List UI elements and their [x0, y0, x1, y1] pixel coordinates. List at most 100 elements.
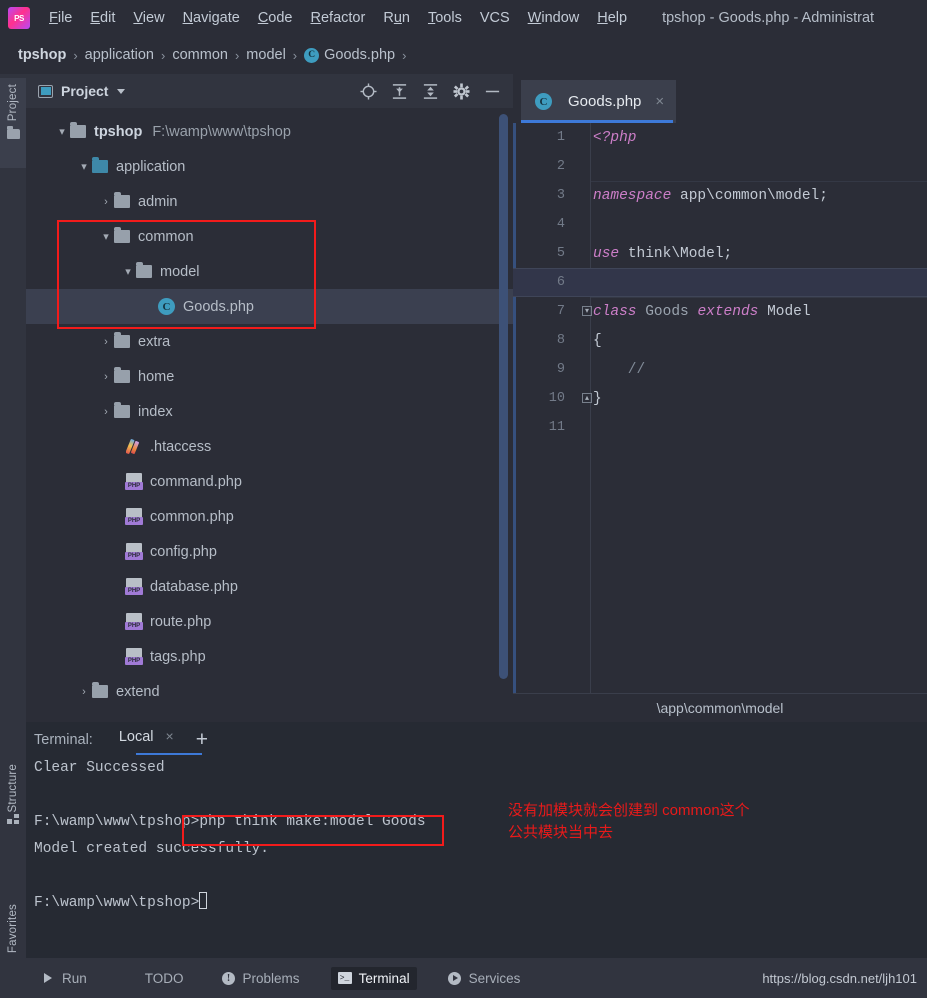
code-token: { [593, 332, 602, 349]
line-number: 11 [548, 420, 565, 435]
chevron-right-icon[interactable]: › [98, 196, 114, 208]
tree-node-admin[interactable]: › admin [26, 184, 513, 219]
code-area[interactable]: 1 <?php 2 3 namespace app\common\model; … [513, 123, 927, 693]
chevron-down-icon[interactable] [117, 88, 126, 94]
code-line: 8 { [513, 326, 927, 355]
folder-icon [114, 366, 130, 383]
tool-window-button-project[interactable]: Project [0, 78, 26, 168]
tree-node-label: config.php [150, 543, 217, 560]
tree-node-tags-php[interactable]: tags.php [26, 639, 513, 674]
tool-window-button-structure[interactable]: Structure [0, 764, 26, 831]
add-terminal-button[interactable]: + [196, 729, 208, 750]
project-tool-window: Project ▾ tpshop F:\wamp\www\tpshop ▾ ap… [26, 74, 513, 722]
tree-node-application[interactable]: ▾ application [26, 149, 513, 184]
menu-item-view[interactable]: View [124, 8, 173, 28]
menu-item-run[interactable]: Run [374, 8, 419, 28]
breadcrumb-item-goods-php[interactable]: Goods.php [324, 47, 395, 63]
menu-item-tools[interactable]: Tools [419, 8, 471, 28]
locate-file-icon[interactable] [360, 82, 377, 100]
tree-node-label: route.php [150, 613, 212, 630]
line-number: 9 [556, 362, 565, 377]
code-token: Goods [645, 303, 698, 320]
tree-node-label: .htaccess [150, 438, 212, 455]
tree-node-tpshop[interactable]: ▾ tpshop F:\wamp\www\tpshop [26, 114, 513, 149]
project-tree-scrollbar[interactable] [499, 114, 508, 679]
menu-item-window[interactable]: Window [519, 8, 589, 28]
close-icon[interactable]: × [166, 728, 174, 744]
tree-node-common-php[interactable]: common.php [26, 499, 513, 534]
project-panel-header: Project [26, 74, 513, 108]
tree-node-label: tags.php [150, 648, 206, 665]
chevron-down-icon[interactable]: ▾ [120, 265, 136, 278]
tree-node-goods-php[interactable]: C Goods.php [26, 289, 513, 324]
hide-panel-icon[interactable] [484, 83, 501, 100]
breadcrumb-item-tpshop[interactable]: tpshop [18, 47, 66, 63]
terminal-icon: >_ [337, 971, 352, 985]
fold-toggle-icon[interactable]: ▾ [582, 306, 592, 316]
code-line: 3 namespace app\common\model; [513, 181, 927, 210]
project-view-icon [38, 84, 53, 98]
tree-node-extra[interactable]: › extra [26, 324, 513, 359]
breadcrumb-item-model[interactable]: model [246, 47, 286, 63]
gear-icon[interactable] [453, 82, 470, 100]
folder-icon [6, 126, 20, 140]
bottom-tab-terminal[interactable]: >_ Terminal [330, 966, 417, 990]
editor-status-path: \app\common\model [513, 693, 927, 722]
breadcrumb-item-application[interactable]: application [85, 47, 154, 63]
tree-node-config-php[interactable]: config.php [26, 534, 513, 569]
terminal-output[interactable]: Clear Successed F:\wamp\www\tpshop>php t… [34, 755, 927, 958]
breadcrumb-separator: › [402, 47, 407, 63]
bottom-tab-label: TODO [144, 970, 184, 986]
expand-all-icon[interactable] [391, 83, 408, 100]
php-file-icon [125, 508, 143, 525]
code-line: 7 ▾ class Goods extends Model [513, 297, 927, 326]
chevron-down-icon[interactable]: ▾ [54, 125, 70, 138]
chevron-right-icon[interactable]: › [76, 686, 92, 698]
bottom-tab-run[interactable]: Run [34, 967, 94, 990]
play-icon [41, 971, 55, 985]
terminal-tab-local[interactable]: Local × [115, 728, 178, 752]
menu-item-vcs[interactable]: VCS [471, 8, 519, 28]
tree-node-database-php[interactable]: database.php [26, 569, 513, 604]
tree-node-model[interactable]: ▾ model [26, 254, 513, 289]
tree-node-route-php[interactable]: route.php [26, 604, 513, 639]
terminal-tool-window: Terminal: Local × + Clear Successed F:\w… [26, 722, 927, 958]
breadcrumb-item-common[interactable]: common [172, 47, 228, 63]
tree-node-path: F:\wamp\www\tpshop [152, 123, 291, 140]
fold-toggle-end-icon[interactable]: ▴ [582, 393, 592, 403]
line-number: 8 [556, 333, 565, 348]
chevron-down-icon[interactable]: ▾ [98, 230, 114, 243]
code-token: think\Model; [627, 245, 733, 262]
tree-node-common[interactable]: ▾ common [26, 219, 513, 254]
menu-item-navigate[interactable]: Navigate [174, 8, 249, 28]
bottom-tab-problems[interactable]: ! Problems [215, 967, 307, 990]
tree-node-command-php[interactable]: command.php [26, 464, 513, 499]
menu-item-help[interactable]: Help [588, 8, 636, 28]
editor-tab-goods-php[interactable]: C Goods.php × [521, 80, 677, 123]
line-number: 7 [556, 304, 565, 319]
services-icon [448, 971, 462, 985]
tree-node-htaccess[interactable]: .htaccess [26, 429, 513, 464]
menu-item-code[interactable]: Code [249, 8, 302, 28]
tree-node-index[interactable]: › index [26, 394, 513, 429]
chevron-right-icon[interactable]: › [98, 336, 114, 348]
code-line: 5 use think\Model; [513, 239, 927, 268]
menu-item-refactor[interactable]: Refactor [302, 8, 375, 28]
chevron-right-icon[interactable]: › [98, 371, 114, 383]
close-icon[interactable]: × [655, 93, 664, 110]
annotation-text: 没有加模块就会创建到 common这个 公共模块当中去 [508, 802, 750, 841]
bottom-tab-services[interactable]: Services [441, 967, 528, 990]
chevron-right-icon[interactable]: › [98, 406, 114, 418]
collapse-all-icon[interactable] [422, 83, 439, 100]
breadcrumb-separator: › [234, 47, 240, 63]
menu-item-file[interactable]: File [40, 8, 81, 28]
terminal-label: Terminal: [34, 731, 93, 748]
class-badge-icon: C [304, 47, 320, 63]
menu-item-edit[interactable]: Edit [81, 8, 124, 28]
bottom-tab-todo[interactable]: TODO [118, 967, 191, 990]
folder-icon [136, 261, 152, 278]
tree-node-home[interactable]: › home [26, 359, 513, 394]
breadcrumb-separator: › [73, 47, 78, 63]
tree-node-extend[interactable]: › extend [26, 674, 513, 709]
chevron-down-icon[interactable]: ▾ [76, 160, 92, 173]
